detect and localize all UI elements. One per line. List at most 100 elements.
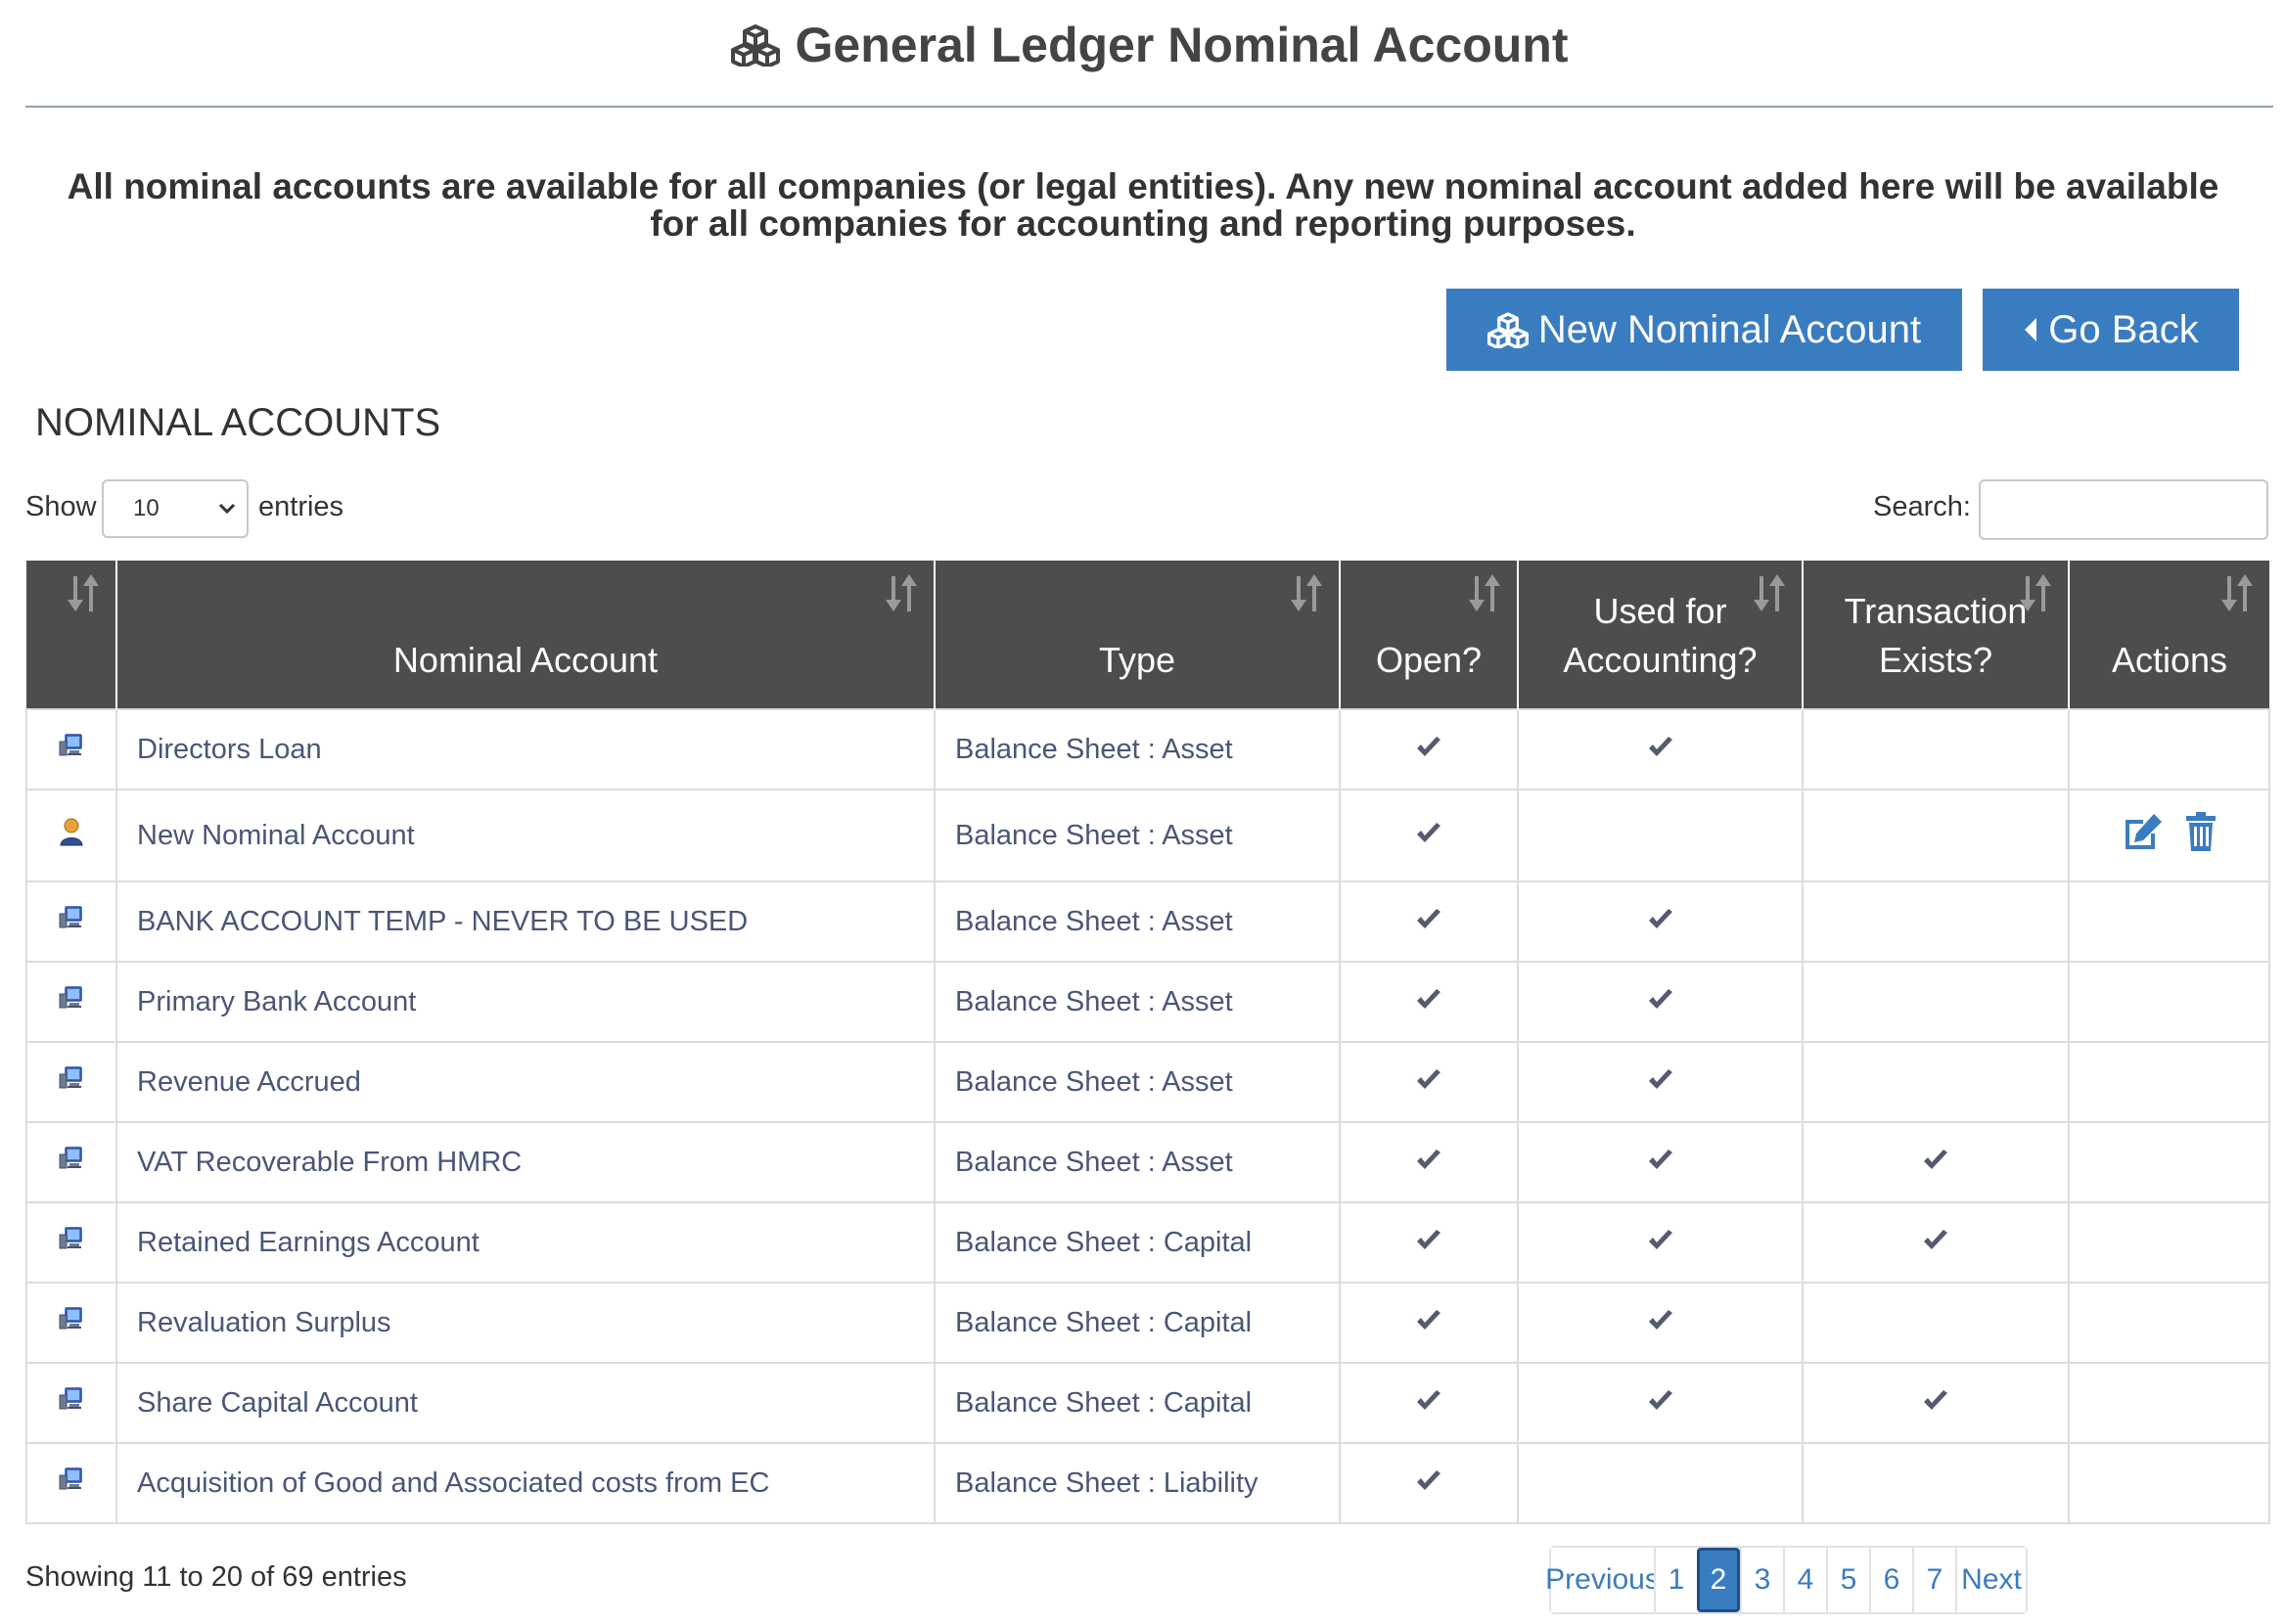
page-header: General Ledger Nominal Account [25,0,2273,108]
actions-cell [2068,1121,2270,1203]
row-icon-cell [25,1282,117,1364]
col-header-actions[interactable]: Actions [2068,561,2269,709]
check-icon [1647,1066,1674,1099]
type-cell: Balance Sheet : Capital [934,1201,1341,1284]
column-header-label: Used for Accounting? [1563,591,1758,680]
caret-left-icon [2023,316,2038,343]
nominal-account-cell: VAT Recoverable From HMRC [115,1121,936,1203]
used-for-accounting-cell [1517,961,1804,1043]
search-input[interactable] [1979,479,2268,540]
check-icon [1415,1227,1442,1259]
page-title: General Ledger Nominal Account [730,17,1568,73]
open-cell [1339,1201,1519,1284]
open-cell [1339,961,1519,1043]
col-header-used-for-accounting[interactable]: Used for Accounting? [1517,561,1803,709]
check-icon [1647,986,1674,1018]
entries-per-page-value: 10 [133,495,160,521]
chevron-down-icon [217,495,237,522]
check-icon [1415,906,1442,938]
go-back-button[interactable]: Go Back [1983,289,2239,371]
pagination-page[interactable]: 3 [1740,1548,1783,1612]
check-icon [1415,820,1442,852]
row-icon-cell [25,1041,117,1123]
column-header-label: Nominal Account [392,640,659,680]
nominal-account-cell: Revenue Accrued [115,1041,936,1123]
sort-icon[interactable] [2019,572,2054,615]
transaction-exists-cell [1802,1041,2070,1123]
intro-text: All nominal accounts are available for a… [67,166,2219,244]
pagination-page[interactable]: 5 [1826,1548,1869,1612]
nominal-account-cell: Acquisition of Good and Associated costs… [115,1442,936,1524]
pagination-page[interactable]: 1 [1654,1548,1697,1612]
sort-icon[interactable] [67,572,102,615]
check-icon [1647,1227,1674,1259]
entries-per-page-select[interactable]: 10 [102,479,249,538]
transaction-exists-cell [1802,1201,2070,1284]
used-for-accounting-cell [1517,1442,1804,1524]
row-icon-cell [25,880,117,963]
actions-cell [2068,1201,2270,1284]
row-icon-cell [25,708,117,790]
go-back-label: Go Back [2048,307,2199,351]
showing-info: Showing 11 to 20 of 69 entries [25,1561,407,1593]
pagination-next[interactable]: Next [1955,1548,2026,1612]
type-cell: Balance Sheet : Capital [934,1282,1341,1364]
computer-icon [58,1466,85,1500]
pagination-page[interactable]: 6 [1869,1548,1912,1612]
new-nominal-account-button[interactable]: New Nominal Account [1446,289,1962,371]
type-cell: Balance Sheet : Asset [934,789,1341,882]
open-cell [1339,880,1519,963]
sort-icon[interactable] [1290,572,1325,615]
row-icon-cell [25,1442,117,1524]
sort-icon[interactable] [885,572,920,615]
actions-cell [2068,961,2270,1043]
check-icon [1647,734,1674,766]
sort-icon[interactable] [1468,572,1503,615]
cubes-icon [730,23,780,67]
nominal-account-cell: BANK ACCOUNT TEMP - NEVER TO BE USED [115,880,936,963]
trash-icon[interactable] [2184,812,2217,859]
sort-icon[interactable] [1753,572,1788,615]
pagination-page[interactable]: 7 [1912,1548,1955,1612]
edit-icon[interactable] [2122,812,2165,859]
column-header-label: Type [1098,640,1176,680]
used-for-accounting-cell [1517,789,1804,882]
table-row: New Nominal Account Balance Sheet : Asset [25,789,2270,882]
computer-icon [58,1146,85,1179]
nominal-account-cell: New Nominal Account [115,789,936,882]
row-icon-cell [25,961,117,1043]
check-icon [1647,1307,1674,1339]
row-icon-cell [25,789,117,882]
table-row: Acquisition of Good and Associated costs… [25,1442,2270,1524]
column-header-label: Actions [2111,640,2228,680]
type-cell: Balance Sheet : Liability [934,1442,1341,1524]
check-icon [1415,986,1442,1018]
col-header-type[interactable]: Type [934,561,1340,709]
pagination-page[interactable]: 2 [1697,1548,1740,1612]
sort-icon[interactable] [2220,572,2256,615]
type-cell: Balance Sheet : Asset [934,708,1341,790]
cubes-icon [1486,311,1529,348]
nominal-accounts-table: Nominal Account Type Open? Used for Account… [25,561,2270,1524]
col-header-icon[interactable] [26,561,116,709]
col-header-transaction-exists[interactable]: Transaction Exists? [1802,561,2069,709]
check-icon [1647,1147,1674,1179]
col-header-open[interactable]: Open? [1339,561,1518,709]
transaction-exists-cell [1802,1362,2070,1444]
col-header-nominal-account[interactable]: Nominal Account [115,561,935,709]
entries-label: entries [258,491,344,522]
check-icon [1415,1467,1442,1500]
actions-cell [2068,1442,2270,1524]
table-row: BANK ACCOUNT TEMP - NEVER TO BE USED Bala… [25,880,2270,963]
open-cell [1339,708,1519,790]
pagination-page[interactable]: 4 [1783,1548,1826,1612]
table-row: Retained Earnings Account Balance Sheet :… [25,1201,2270,1284]
check-icon [1415,1307,1442,1339]
used-for-accounting-cell [1517,1282,1804,1364]
used-for-accounting-cell [1517,1362,1804,1444]
show-label: Show [25,491,97,522]
pagination: Previous 1 2 3 4 5 6 7 Next [1545,1546,2028,1614]
nominal-account-cell: Primary Bank Account [115,961,936,1043]
transaction-exists-cell [1802,880,2070,963]
pagination-previous[interactable]: Previous [1545,1548,1660,1612]
